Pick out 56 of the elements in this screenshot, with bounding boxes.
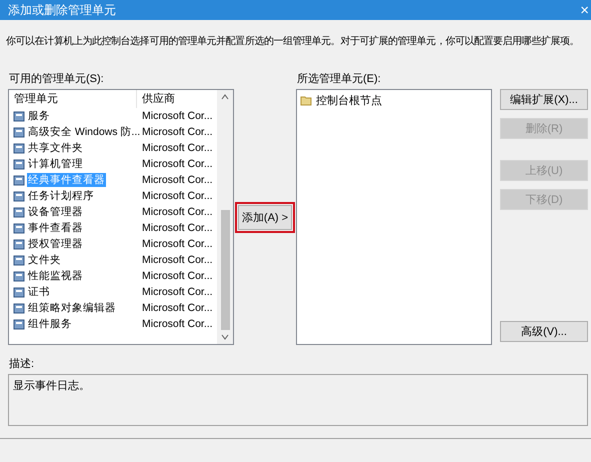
dialog-button[interactable]: 高级(V)... [500, 321, 588, 342]
add-button[interactable]: 添加(A) > [238, 204, 292, 230]
snap-in-name[interactable]: 高级安全 Windows 防... [27, 125, 142, 139]
vendor-cell-text: Microsoft Cor... [141, 190, 213, 202]
snap-in-icon [13, 190, 25, 202]
snap-in-name[interactable]: 共享文件夹 [27, 141, 84, 155]
close-button[interactable]: × [580, 2, 591, 18]
folder-icon [300, 94, 312, 106]
snap-in-icon [13, 126, 25, 138]
vendor-cell-text: Microsoft Cor... [141, 302, 213, 314]
snap-in-name[interactable]: 服务 [27, 109, 51, 123]
snap-in-name[interactable]: 性能监视器 [27, 269, 84, 283]
vendor-cell-text: Microsoft Cor... [141, 270, 213, 282]
snap-in-name[interactable]: 文件夹 [27, 253, 62, 267]
vendor-cell-text: Microsoft Cor... [141, 110, 213, 122]
selected-label: 所选管理单元(E): [297, 72, 381, 85]
snap-in-icon [13, 286, 25, 298]
snap-in-icon [13, 254, 25, 266]
vendor-cell-text: Microsoft Cor... [141, 158, 213, 170]
column-header[interactable]: 管理单元 [9, 90, 137, 108]
snap-in-icon [13, 222, 25, 234]
window-title: 添加或删除管理单元 [8, 2, 116, 18]
vendor-cell-text: Microsoft Cor... [141, 206, 213, 218]
snap-in-icon [13, 206, 25, 218]
vendor-cell-text: Microsoft Cor... [141, 222, 213, 234]
dialog-button[interactable]: 编辑扩展(X)... [500, 89, 588, 110]
vendor-cell-text: Microsoft Cor... [141, 254, 213, 266]
snap-in-name[interactable]: 授权管理器 [27, 237, 84, 251]
snap-in-icon [13, 142, 25, 154]
snap-in-name[interactable]: 事件查看器 [27, 221, 84, 235]
snap-in-name[interactable]: 证书 [27, 285, 51, 299]
snap-in-icon [13, 318, 25, 330]
column-header[interactable]: 供应商 [137, 90, 175, 108]
snap-in-name[interactable]: 计算机管理 [27, 157, 84, 171]
snap-in-icon [13, 238, 25, 250]
scrollbar[interactable] [217, 90, 233, 344]
scroll-thumb[interactable] [220, 210, 230, 330]
vendor-cell-text: Microsoft Cor... [141, 142, 213, 154]
snap-in-name[interactable]: 设备管理器 [27, 205, 84, 219]
intro-text: 你可以在计算机上为此控制台选择可用的管理单元并配置所选的一组管理单元。对于可扩展的管理单元，你可以配置要启用哪些扩展项。 [5, 34, 580, 49]
vendor-cell-text: Microsoft Cor... [141, 238, 213, 250]
vendor-cell-text: Microsoft Cor... [141, 174, 213, 186]
description-label: 描述: [8, 357, 36, 370]
available-label: 可用的管理单元(S): [9, 72, 105, 85]
snap-in-icon [13, 302, 25, 314]
vendor-cell-text: Microsoft Cor... [141, 286, 213, 298]
snap-in-icon [13, 270, 25, 282]
snap-in-icon [13, 110, 25, 122]
vendor-cell-text: Microsoft Cor... [141, 318, 213, 330]
console-root-item[interactable]: 控制台根节点 [315, 92, 383, 108]
snap-in-name[interactable]: 组策略对象编辑器 [27, 301, 117, 315]
description-text: 显示事件日志。 [13, 380, 90, 392]
snap-in-icon [13, 158, 25, 170]
snap-in-name[interactable]: 任务计划程序 [27, 189, 95, 203]
snap-in-name[interactable]: 组件服务 [27, 317, 73, 331]
snap-in-icon [13, 174, 25, 186]
